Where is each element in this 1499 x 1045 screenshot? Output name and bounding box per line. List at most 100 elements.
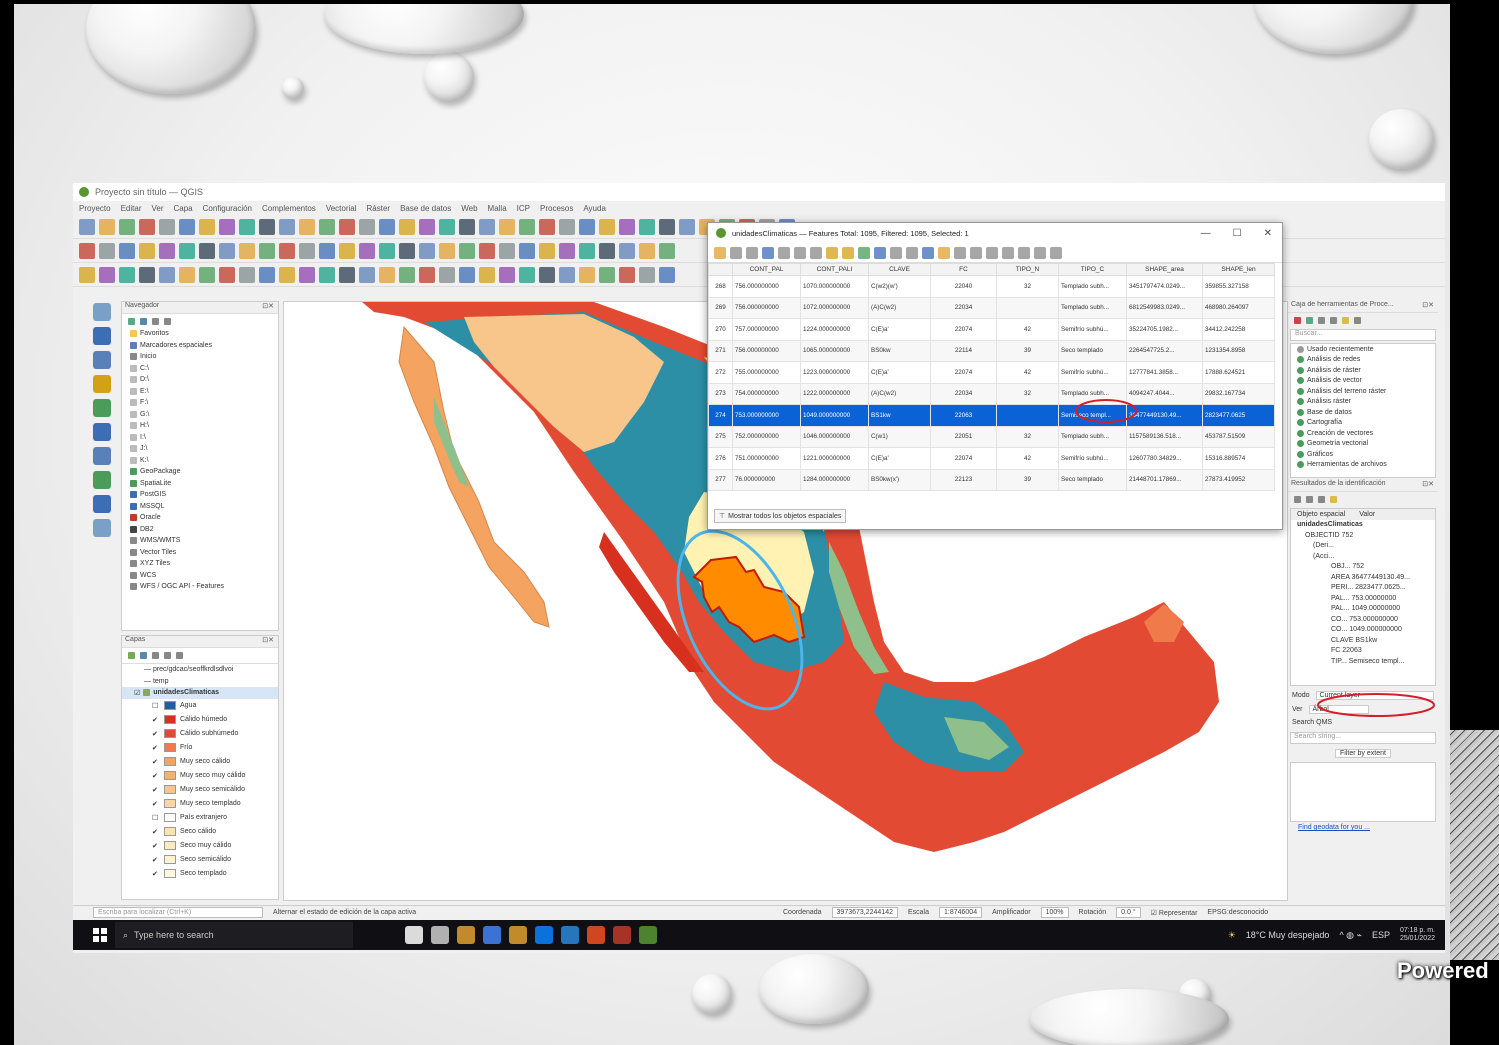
- table-row[interactable]: 273 754.000000000 1222.000000000 (A)C(w2) 22…: [708, 382, 1275, 405]
- table-tool-icon[interactable]: [1050, 246, 1062, 259]
- table-cell[interactable]: Seco templado: [1058, 468, 1127, 491]
- toolbar-tool-icon[interactable]: [339, 266, 355, 283]
- legend-item[interactable]: ✔ Seco cálido: [122, 825, 278, 839]
- toolbar-tool-icon[interactable]: [419, 266, 435, 283]
- table-cell[interactable]: 22074: [930, 447, 997, 470]
- toolbar-tool-icon[interactable]: [559, 218, 575, 235]
- history-icon[interactable]: [1318, 316, 1325, 324]
- toolbar-tool-icon[interactable]: [419, 242, 435, 259]
- toolbar-tool-icon[interactable]: [79, 266, 95, 283]
- table-cell[interactable]: C(w1): [868, 425, 931, 448]
- layer-item[interactable]: — prec/gdcac/seoffkrdlsdlvoi: [122, 664, 278, 676]
- taskbar-app-icon[interactable]: [509, 926, 527, 944]
- legend-item[interactable]: ✔ Frío: [122, 741, 278, 755]
- toolbar-tool-icon[interactable]: [459, 266, 475, 283]
- filter-by-extent-select[interactable]: Filter by extent: [1335, 748, 1391, 758]
- browser-item[interactable]: DB2: [122, 524, 278, 536]
- toolbar-tool-icon[interactable]: [319, 218, 335, 235]
- filter-icon[interactable]: [152, 317, 159, 325]
- toolbar-tool-icon[interactable]: [79, 218, 95, 235]
- legend-item[interactable]: ☐ País extranjero: [122, 811, 278, 825]
- menu-item[interactable]: Web: [461, 204, 477, 213]
- toolbar-tool-icon[interactable]: [659, 266, 675, 283]
- identify-row[interactable]: OBJ... 752: [1291, 562, 1435, 573]
- column-header[interactable]: CONT_PALI: [800, 263, 869, 276]
- table-cell[interactable]: Semifrío subhú...: [1058, 447, 1127, 470]
- legend-item[interactable]: ✔ Muy seco cálido: [122, 755, 278, 769]
- table-row[interactable]: 276 751.000000000 1221.000000000 C(E)a' 2207…: [708, 447, 1275, 470]
- collapse-icon[interactable]: [164, 317, 171, 325]
- toolbar-tool-icon[interactable]: [199, 242, 215, 259]
- table-row[interactable]: 269 756.000000000 1072.000000000 (A)C(w2) 22…: [708, 296, 1275, 319]
- table-tool-icon[interactable]: [1002, 246, 1014, 259]
- options-icon[interactable]: [1354, 316, 1361, 324]
- add-layer-icon[interactable]: [93, 423, 111, 441]
- toolbar-tool-icon[interactable]: [259, 242, 275, 259]
- models-icon[interactable]: [1294, 316, 1301, 324]
- table-cell[interactable]: 755.000000000: [732, 361, 801, 384]
- table-tool-icon[interactable]: [986, 246, 998, 259]
- table-cell[interactable]: 22051: [930, 425, 997, 448]
- table-row[interactable]: 268 756.000000000 1070.000000000 C(w2)(w') 2…: [708, 275, 1275, 298]
- expand-tree-icon[interactable]: [1294, 495, 1301, 503]
- table-cell[interactable]: 752.000000000: [732, 425, 801, 448]
- toolbar-tool-icon[interactable]: [99, 218, 115, 235]
- table-cell[interactable]: BS0kw(x'): [868, 468, 931, 491]
- panel-close-icon[interactable]: ⊡✕: [262, 636, 274, 647]
- identify-row[interactable]: AREA 36477449130.49...: [1291, 572, 1435, 583]
- table-cell[interactable]: 1046.000000000: [800, 425, 869, 448]
- locator-search-input[interactable]: Escriba para localizar (Ctrl+K): [93, 907, 263, 918]
- toolbar-tool-icon[interactable]: [519, 266, 535, 283]
- toolbar-tool-icon[interactable]: [279, 266, 295, 283]
- browser-item[interactable]: Favoritos: [122, 328, 278, 340]
- menu-item[interactable]: Editar: [121, 204, 142, 213]
- table-cell[interactable]: 27873.419952: [1202, 468, 1275, 491]
- toolbar-tool-icon[interactable]: [99, 242, 115, 259]
- browser-item[interactable]: Inicio: [122, 351, 278, 363]
- toolbar-tool-icon[interactable]: [639, 266, 655, 283]
- toolbar-tool-icon[interactable]: [679, 218, 695, 235]
- table-cell[interactable]: 751.000000000: [732, 447, 801, 470]
- clock[interactable]: 07:18 p. m. 25/01/2022: [1400, 927, 1435, 943]
- toolbar-tool-icon[interactable]: [379, 266, 395, 283]
- table-cell[interactable]: 32: [996, 425, 1059, 448]
- table-cell[interactable]: 39: [996, 339, 1059, 362]
- toolbar-tool-icon[interactable]: [259, 266, 275, 283]
- close-icon[interactable]: ✕: [1264, 228, 1272, 239]
- toolbar-tool-icon[interactable]: [279, 242, 295, 259]
- table-cell[interactable]: 2823477.0625: [1202, 404, 1275, 427]
- toolbar-tool-icon[interactable]: [499, 266, 515, 283]
- toolbar-tool-icon[interactable]: [99, 266, 115, 283]
- browser-item[interactable]: J:\: [122, 443, 278, 455]
- table-cell[interactable]: [996, 296, 1059, 319]
- table-cell[interactable]: (A)C(w2): [868, 296, 931, 319]
- toolbar-tool-icon[interactable]: [619, 266, 635, 283]
- table-cell[interactable]: [996, 404, 1059, 427]
- table-cell[interactable]: 22040: [930, 275, 997, 298]
- table-cell[interactable]: Templado subh...: [1058, 425, 1127, 448]
- toolbox-group[interactable]: Cartografía: [1291, 418, 1435, 429]
- scale-field[interactable]: 1:8746004: [939, 907, 983, 918]
- table-row[interactable]: 277 76.000000000 1284.000000000 BS0kw(x') 22…: [708, 468, 1275, 491]
- add-layer-icon[interactable]: [93, 471, 111, 489]
- table-cell[interactable]: 22063: [930, 404, 997, 427]
- menu-item[interactable]: Capa: [174, 204, 193, 213]
- find-geodata-link[interactable]: Find geodata for you ...: [1288, 824, 1438, 836]
- checkbox-icon[interactable]: ✔: [152, 842, 160, 850]
- table-cell[interactable]: 359855.327158: [1202, 275, 1275, 298]
- table-cell[interactable]: 268: [708, 275, 733, 298]
- table-cell[interactable]: 21448701.17869...: [1126, 468, 1203, 491]
- table-cell[interactable]: Semifrío subhú...: [1058, 318, 1127, 341]
- column-header[interactable]: [708, 263, 733, 276]
- table-cell[interactable]: 12607780.34829...: [1126, 447, 1203, 470]
- add-layer-icon[interactable]: [93, 399, 111, 417]
- toolbox-group[interactable]: Usado recientemente: [1291, 344, 1435, 355]
- render-checkbox[interactable]: ☑ Representar: [1151, 909, 1198, 917]
- toolbox-group[interactable]: Base de datos: [1291, 407, 1435, 418]
- toolbar-tool-icon[interactable]: [539, 218, 555, 235]
- toolbar-tool-icon[interactable]: [139, 242, 155, 259]
- table-cell[interactable]: (A)C(w2): [868, 382, 931, 405]
- rotation-field[interactable]: 0.0 °: [1116, 907, 1141, 918]
- add-layer-icon[interactable]: [93, 351, 111, 369]
- column-header[interactable]: SHAPE_area: [1126, 263, 1203, 276]
